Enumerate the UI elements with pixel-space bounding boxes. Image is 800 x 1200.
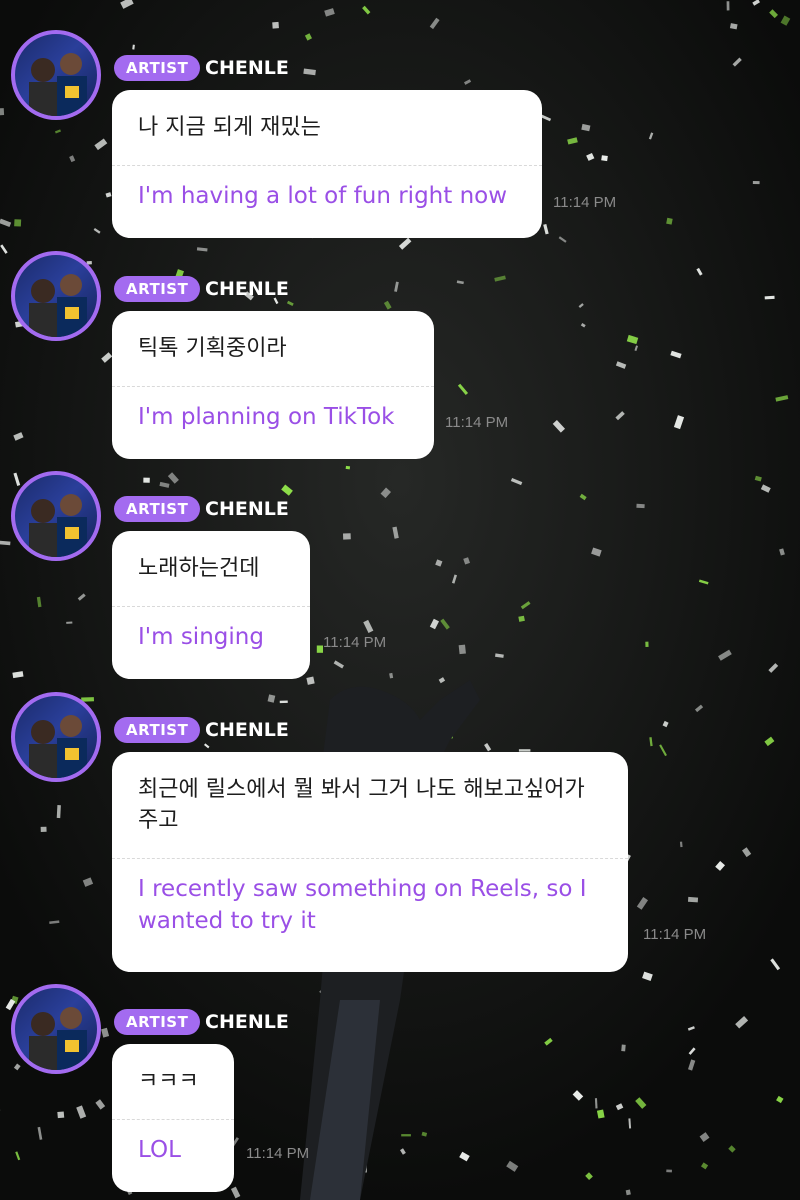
- message-translation-text: I'm singing: [138, 624, 264, 650]
- message-translation-text: I'm having a lot of fun right now: [138, 183, 508, 209]
- bubble-divider: [112, 606, 310, 607]
- bubble-divider: [112, 858, 628, 859]
- avatar[interactable]: [11, 30, 101, 120]
- message-item: ARTIST CHENLE 노래하는건데 I'm singing 11:14 P…: [0, 468, 800, 679]
- bubble-divider: [112, 165, 542, 166]
- message-korean-text: 노래하는건데: [138, 556, 260, 581]
- message-translation-text: LOL: [138, 1137, 181, 1163]
- message-bubble[interactable]: 최근에 릴스에서 뭘 봐서 그거 나도 해보고싶어가주고 I recently …: [112, 752, 628, 972]
- sender-name: CHENLE: [205, 1011, 289, 1033]
- message-bubble[interactable]: 노래하는건데 I'm singing: [112, 531, 310, 679]
- avatar[interactable]: [11, 984, 101, 1074]
- confetti-piece: [666, 217, 673, 225]
- message-korean-text: 틱톡 기획중이라: [138, 336, 287, 361]
- confetti-piece: [726, 1, 730, 11]
- bubble-divider: [112, 1119, 234, 1120]
- message-item: ARTIST CHENLE 나 지금 되게 재밌는 I'm having a l…: [0, 27, 800, 238]
- message-bubble[interactable]: 틱톡 기획중이라 I'm planning on TikTok: [112, 311, 434, 459]
- timestamp: 11:14 PM: [323, 634, 387, 651]
- avatar[interactable]: [11, 692, 101, 782]
- message-korean-text: ㅋㅋㅋ: [138, 1069, 199, 1094]
- avatar[interactable]: [11, 471, 101, 561]
- artist-badge: ARTIST: [114, 717, 201, 743]
- timestamp: 11:14 PM: [445, 414, 509, 431]
- bubble-divider: [112, 386, 434, 387]
- sender-name: CHENLE: [205, 57, 289, 79]
- avatar[interactable]: [11, 251, 101, 341]
- message-item: ARTIST CHENLE ㅋㅋㅋ LOL 11:14 PM: [0, 981, 800, 1192]
- timestamp: 11:14 PM: [553, 194, 617, 211]
- sender-name: CHENLE: [205, 719, 289, 741]
- artist-badge: ARTIST: [114, 55, 201, 81]
- artist-badge: ARTIST: [114, 496, 201, 522]
- confetti-piece: [306, 676, 315, 685]
- message-bubble[interactable]: ㅋㅋㅋ LOL: [112, 1044, 234, 1192]
- message-bubble[interactable]: 나 지금 되게 재밌는 I'm having a lot of fun righ…: [112, 90, 542, 238]
- message-translation-text: I'm planning on TikTok: [138, 404, 395, 430]
- sender-name: CHENLE: [205, 498, 289, 520]
- timestamp: 11:14 PM: [643, 926, 707, 943]
- timestamp: 11:14 PM: [246, 1145, 310, 1162]
- message-translation-text: I recently saw something on Reels, so I …: [138, 876, 587, 934]
- message-item: ARTIST CHENLE 최근에 릴스에서 뭘 봐서 그거 나도 해보고싶어가…: [0, 689, 800, 972]
- message-korean-text: 나 지금 되게 재밌는: [138, 115, 321, 140]
- message-korean-text: 최근에 릴스에서 뭘 봐서 그거 나도 해보고싶어가주고: [138, 777, 585, 833]
- sender-name: CHENLE: [205, 278, 289, 300]
- artist-badge: ARTIST: [114, 276, 201, 302]
- confetti-piece: [14, 219, 22, 227]
- artist-badge: ARTIST: [114, 1009, 201, 1035]
- message-item: ARTIST CHENLE 틱톡 기획중이라 I'm planning on T…: [0, 248, 800, 459]
